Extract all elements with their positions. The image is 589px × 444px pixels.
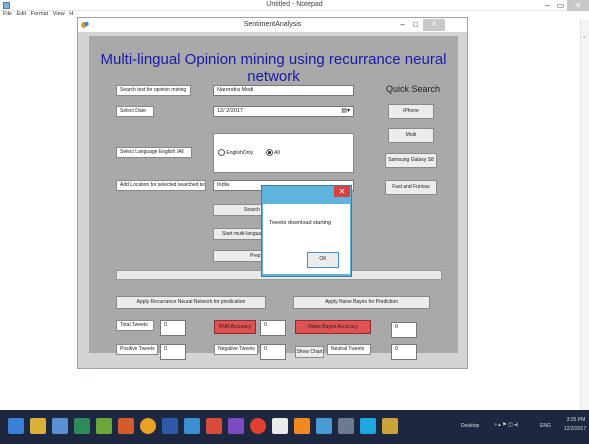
radio-english-only-label: EnglishOnly [226,149,254,156]
notepad-scrollbar[interactable]: ^ [580,20,589,410]
notepad-title: Untitled - Notepad [266,1,323,8]
select-language-label: Select Language English /All [116,147,192,158]
total-tweets-value: 0 [160,320,186,336]
app-icon-c[interactable] [338,418,354,434]
total-tweets-label: Total Tweets [116,320,154,331]
neutral-tweets-value: 0 [391,344,417,360]
quick-search-title: Quick Search [385,84,441,94]
notepad-minimize-button[interactable]: – [541,0,554,11]
radio-english-only[interactable]: EnglishOnly [218,149,253,156]
quick-search-samsung[interactable]: Samsung Galaxy S8 [385,153,437,168]
clock-time[interactable]: 3:25 PM [563,417,589,423]
radio-all-label: All [274,149,280,156]
show-chart-button[interactable]: Show Chart [295,346,324,358]
file-explorer-icon[interactable] [30,418,46,434]
dialog-message: Tweets download starting [269,220,332,226]
page-title: Multi-lingual Opinion mining using recur… [100,51,447,85]
nb-accuracy-value: 0 [391,322,417,338]
rnn-accuracy-value: 0 [260,320,286,336]
positive-tweets-label: Positive Tweets [116,344,158,355]
app-minimize-button[interactable]: – [396,19,409,31]
radio-all[interactable]: All [266,149,280,156]
skype-icon[interactable] [360,418,376,434]
search-input[interactable]: Narendra Modi [213,85,354,96]
start-multilanguage-button[interactable]: Start multi-language [213,228,265,240]
sentiment-app-taskbar-icon[interactable] [382,418,398,434]
add-location-label: Add Location for selected searched text [116,180,206,191]
apply-rnn-button[interactable]: Apply Recurrance Neural Network for pred… [116,296,266,309]
app-icon-b[interactable] [316,418,332,434]
app-icon [81,21,89,29]
menu-help[interactable]: H [69,11,73,17]
excel-icon[interactable] [96,418,112,434]
search-button[interactable]: Search [213,204,265,216]
date-value: 12/ 2/2017 [217,108,243,114]
rnn-accuracy-button[interactable]: RNN Accuracy [214,320,256,334]
calendar-icon[interactable]: ▤▾ [341,107,350,116]
clock-date[interactable]: 12/2/2017 [561,426,589,432]
negative-tweets-label: Negative Tweets [214,344,258,355]
notepad-titlebar: Untitled - Notepad [0,0,589,11]
negative-tweets-value: 0 [260,344,286,360]
media-icon[interactable] [74,418,90,434]
publisher-icon[interactable] [184,418,200,434]
start-icon[interactable] [8,418,24,434]
quick-search-modi[interactable]: Modi [388,128,434,143]
language-groupbox: EnglishOnly All [213,133,354,173]
browser-icon[interactable] [52,418,68,434]
chrome-icon[interactable] [140,418,156,434]
word-icon[interactable] [162,418,178,434]
vlc-icon[interactable] [294,418,310,434]
language-indicator[interactable]: ENG [540,423,551,429]
neutral-tweets-label: Neutral Tweets [327,344,371,355]
radio-all-circle[interactable] [266,149,273,156]
notepad-icon [3,2,10,9]
date-picker[interactable]: 12/ 2/2017 ▤▾ [213,106,354,117]
visual-studio-icon[interactable] [228,418,244,434]
app-close-button[interactable]: ✕ [423,19,445,31]
menu-file[interactable]: File [3,11,12,17]
notepad-close-button[interactable]: ✕ [567,0,589,11]
powerpoint-icon[interactable] [118,418,134,434]
dialog-close-button[interactable]: ✕ [334,186,350,197]
tray-icons[interactable]: » ▴ ⚑ ◫ ◂) [494,422,518,428]
scroll-up-icon[interactable]: ^ [583,36,585,42]
quick-search-fast-furious[interactable]: Fast and Furious [385,180,437,195]
apply-naive-bayes-button[interactable]: Apply Naive Bayes for Prediction [293,296,430,309]
radio-english-only-circle[interactable] [218,149,225,156]
menu-edit[interactable]: Edit [17,11,26,17]
menu-format[interactable]: Format [31,11,48,17]
dialog-ok-button[interactable]: OK [307,252,339,268]
menu-view[interactable]: View [53,11,65,17]
positive-tweets-value: 0 [160,344,186,360]
desktop-label[interactable]: Desktop [461,423,479,429]
app-icon-a[interactable] [206,418,222,434]
opera-icon[interactable] [250,418,266,434]
select-date-label: Select Date [116,106,154,117]
dialog-body: Tweets download starting OK [263,204,350,274]
naive-bayes-accuracy-button[interactable]: Naive Bayes Accuracy [295,320,371,334]
notepad-maximize-button[interactable]: ▭ [554,0,567,11]
notepad-taskbar-icon[interactable] [272,418,288,434]
search-text-label: Search text for opinion mining [116,85,191,96]
quick-search-iphone[interactable]: iPhone [388,104,434,119]
app-maximize-button[interactable]: □ [409,19,422,31]
prep-button[interactable]: Prep [213,250,265,262]
